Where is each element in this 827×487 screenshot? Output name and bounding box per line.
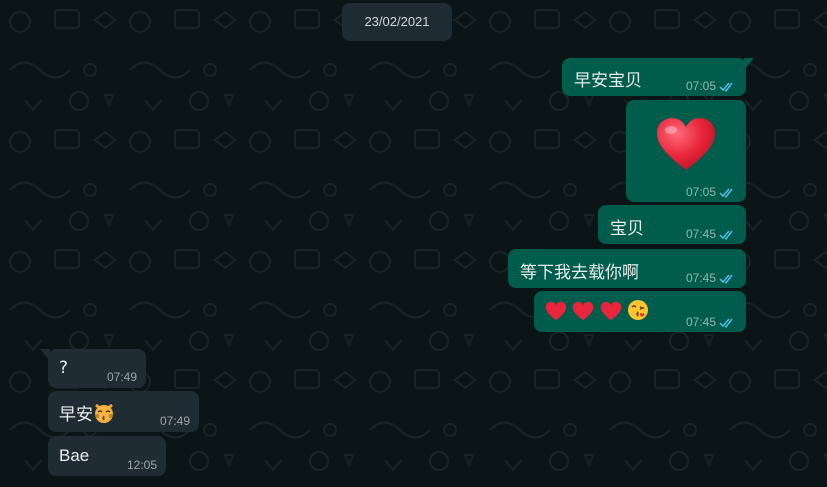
message-text: ? <box>59 358 69 378</box>
bubble-tail <box>744 58 754 70</box>
emoji-row <box>545 299 649 322</box>
message-time: 07:45 <box>685 271 716 285</box>
message-text: 宝贝 <box>610 219 644 239</box>
message-bubble-incoming[interactable]: ? 07:49 <box>40 349 146 388</box>
message-bubble-outgoing[interactable]: 07:05 <box>626 100 746 202</box>
message-meta: 07:05 <box>686 79 736 93</box>
message-time: 12:05 <box>126 458 157 472</box>
message-time: 07:45 <box>685 315 716 329</box>
message-text: 早安宝贝 <box>574 71 642 91</box>
read-double-check-icon <box>719 274 733 284</box>
message-meta: 07:45 <box>686 315 736 329</box>
message-meta: 07:45 <box>686 227 736 241</box>
read-double-check-icon <box>719 230 733 240</box>
message-bubble-outgoing[interactable]: 等下我去载你啊 07:45 <box>508 249 746 288</box>
read-double-check-icon <box>719 82 733 92</box>
message-time: 07:45 <box>685 227 716 241</box>
kissing-cat-icon <box>95 403 113 423</box>
message-bubble-outgoing[interactable]: 07:45 <box>534 291 746 332</box>
message-bubble-incoming[interactable]: Bae 12:05 <box>48 436 166 476</box>
red-heart-icon <box>545 301 567 321</box>
message-text: 早安 <box>59 405 93 425</box>
kissing-face-icon <box>628 300 649 320</box>
red-heart-icon <box>657 118 715 170</box>
message-time: 07:05 <box>685 79 716 93</box>
red-heart-icon <box>600 301 622 321</box>
message-bubble-outgoing[interactable]: 早安宝贝 07:05 <box>562 58 754 96</box>
message-text: 等下我去载你啊 <box>520 263 639 283</box>
message-meta: 07:05 <box>686 185 736 199</box>
message-bubble-outgoing[interactable]: 宝贝 07:45 <box>598 205 746 244</box>
message-text: Bae <box>59 446 90 465</box>
message-time: 07:05 <box>685 185 716 199</box>
message-content: 早安 <box>59 400 115 425</box>
message-time: 07:49 <box>106 370 137 384</box>
read-double-check-icon <box>719 318 733 328</box>
read-double-check-icon <box>719 188 733 198</box>
message-bubble-incoming[interactable]: 早安 07:49 <box>48 391 199 432</box>
red-heart-icon <box>573 301 594 321</box>
date-separator: 23/02/2021 <box>342 3 452 41</box>
message-meta: 07:45 <box>686 271 736 285</box>
bubble-tail <box>40 349 50 361</box>
message-time: 07:49 <box>159 414 190 428</box>
